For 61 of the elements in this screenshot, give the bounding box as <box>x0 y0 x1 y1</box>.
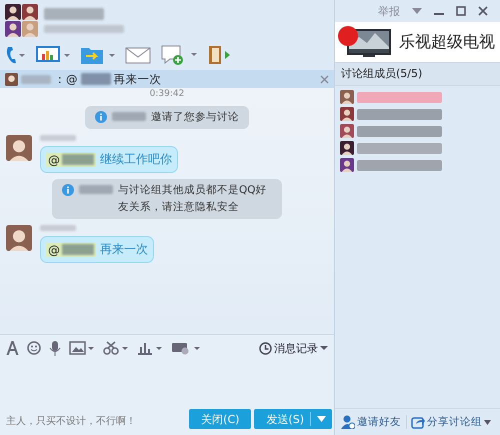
screen-share-icon[interactable] <box>35 45 71 65</box>
avatar <box>6 225 32 251</box>
notice-text: 再来一次 <box>114 72 162 86</box>
caret-icon <box>484 420 491 424</box>
mail-icon[interactable] <box>125 45 151 65</box>
history-button[interactable]: 消息记录 <box>259 340 328 356</box>
avatar <box>340 124 354 138</box>
caret-icon <box>317 416 326 422</box>
message-text: 继续工作吧你 <box>100 151 172 168</box>
chart-icon[interactable] <box>137 341 163 355</box>
avatar <box>5 72 18 86</box>
phone-icon[interactable] <box>4 45 26 65</box>
message-text: 再来一次 <box>100 241 148 258</box>
blurred-name <box>40 225 76 231</box>
message-input[interactable]: 主人，只买不设计，不行啊！ <box>6 413 186 429</box>
exit-icon[interactable] <box>207 44 231 66</box>
image-icon[interactable] <box>69 341 95 355</box>
blurred-name <box>44 8 104 20</box>
scissors-icon[interactable] <box>103 341 129 355</box>
notification-bar[interactable]: ：@ 再来一次 <box>0 70 334 88</box>
advertisement-text: 乐视超级电视 <box>399 32 495 52</box>
microphone-icon[interactable] <box>49 340 61 356</box>
clock-icon <box>259 342 272 354</box>
avatar <box>22 20 38 36</box>
share-icon <box>411 415 425 429</box>
font-icon[interactable] <box>6 341 19 355</box>
share-group-button[interactable]: 分享讨论组 <box>406 415 491 429</box>
system-message-text: 与讨论组其他成员都不是QQ好友关系，请注意隐私安全 <box>118 183 268 215</box>
dropdown-icon[interactable] <box>412 8 422 14</box>
avatar <box>22 4 38 20</box>
caret-icon <box>320 345 328 351</box>
new-chat-icon[interactable] <box>160 44 198 66</box>
avatar <box>5 4 21 20</box>
blurred-name <box>79 185 113 194</box>
invite-friends-button[interactable]: 邀请好友 <box>341 415 401 429</box>
maximize-icon[interactable] <box>456 6 466 16</box>
mention-tag: @ <box>46 242 96 256</box>
blurred-name <box>21 74 51 84</box>
system-message-text: 邀请了您参与讨论 <box>151 110 239 125</box>
close-icon[interactable] <box>478 6 488 16</box>
close-icon[interactable] <box>320 74 329 84</box>
emoji-icon[interactable] <box>27 341 41 355</box>
blurred-name <box>112 112 146 121</box>
timestamp: 0:39:42 <box>148 89 186 100</box>
blurred-name <box>40 135 76 141</box>
avatar <box>340 107 354 121</box>
members-header: 讨论组成员(5/5) <box>335 62 500 86</box>
blurred-name <box>80 73 110 85</box>
avatar <box>5 20 21 36</box>
notice-separator: ：@ <box>54 72 78 86</box>
avatar <box>340 158 354 172</box>
mention-tag: @ <box>46 152 96 166</box>
folder-icon[interactable] <box>80 45 116 65</box>
info-icon <box>95 111 107 123</box>
more-apps-icon[interactable] <box>171 341 201 355</box>
avatar <box>340 90 354 104</box>
advertisement-banner[interactable]: 乐视超级电视 <box>335 22 500 62</box>
avatar <box>6 135 32 161</box>
info-icon <box>62 184 74 196</box>
avatar <box>340 141 354 155</box>
add-person-icon <box>341 415 355 429</box>
